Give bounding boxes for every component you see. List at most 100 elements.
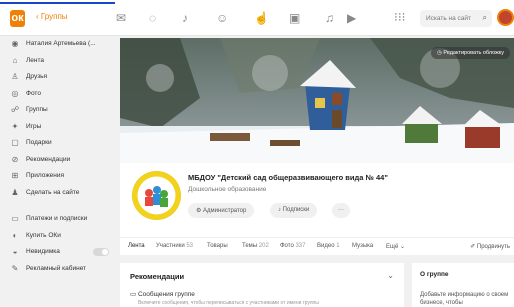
sidebar-item-invisible[interactable]: ◒ Невидимка [0,244,116,261]
discussion-icon[interactable]: ◌ [149,11,156,25]
sidebar-item-feed[interactable]: ⌂ Лента [0,53,116,70]
user-icon: ◉ [11,39,19,48]
gift-icon[interactable]: ▣ [289,11,300,25]
promote-label: Продвинуть [476,244,510,250]
group-cover-photo: ◷ Редактировать обложку [120,38,514,163]
coins-icon: ◐ [12,230,18,240]
sidebar-item-games[interactable]: ✦ Игры [0,119,116,136]
message-icon[interactable]: ✉ [116,11,126,25]
notification-icon[interactable]: ♪ [182,11,188,25]
tab-label: Лента [128,243,145,249]
subscriptions-label: Подписки [282,207,310,213]
more-button[interactable]: ··· [332,203,350,218]
gift-icon: ▢ [11,138,19,147]
tab-label: Ещё [386,244,399,250]
admin-icon: ⚙ [196,208,204,214]
like-icon[interactable]: ☝ [254,11,269,25]
message-icon: ▭ [130,291,138,298]
tab-more[interactable]: Ещё ⌄ [386,243,405,250]
search-icon: ⌕ [482,13,487,22]
photo-icon: ◎ [11,88,19,98]
sidebar-item-gifts[interactable]: ▢ Подарки [0,135,116,152]
search-input[interactable]: Искать на сайт ⌕ [420,10,492,27]
group-title: МБДОУ "Детский сад общеразвивающего вида… [188,173,388,182]
group-tabs: Лента Участники 53 Товары Темы 202 Фото … [120,237,514,255]
sidebar-item-friends[interactable]: ♙ Друзья [0,69,116,86]
sidebar-item-apps[interactable]: ⊞ Приложения [0,168,116,185]
tab-feed[interactable]: Лента [128,243,145,249]
sidebar-item-payments[interactable]: ▭ Платежи и подписки [0,211,116,228]
video-icon[interactable]: ▶ [347,11,356,25]
sidebar-item-label: Друзья [26,73,48,80]
recommendation-description: Включите сообщения, чтобы переписываться… [138,300,319,306]
group-category[interactable]: Дошкольное образование [188,186,266,193]
sidebar-item-photo[interactable]: ◎ Фото [0,86,116,103]
recommendations-title: Рекомендации [130,272,185,281]
games-icon: ✦ [11,121,19,131]
sidebar-item-label: Фото [26,89,41,97]
sidebar-item-label: Приложения [26,172,65,179]
sidebar-item-label: Игры [26,122,42,130]
ad-cabinet-icon: ✎ [11,263,19,273]
edit-cover-button[interactable]: ◷ Редактировать обложку [431,47,510,59]
admin-button[interactable]: ⚙ Администратор [188,203,255,218]
groups-icon: ☍ [10,105,20,114]
ads-icon: ♟ [11,187,19,197]
tab-count: 337 [295,243,306,249]
invisible-toggle[interactable] [93,248,109,256]
apps-icon: ⊞ [11,171,19,180]
music-icon[interactable]: ♫ [325,11,334,25]
left-sidebar: ◉ Наталия Артемьева (... ⌂ Лента ♙ Друзья ◎… [0,36,116,277]
recommendations-icon: ⊘ [11,154,19,164]
apps-grid-icon[interactable]: ⁝⁝⁝ [394,10,405,24]
group-header-card: МБДОУ "Детский сад общеразвивающего вида… [120,163,514,255]
sidebar-item-buy-oks[interactable]: ◐ Купить ОКи [0,228,116,245]
sidebar-item-groups[interactable]: ☍ Группы [0,102,116,119]
tab-count: 53 [186,243,194,249]
recommendations-panel: Рекомендации ⌄ ▭ Сообщения группе Включи… [120,263,404,307]
friends-icon: ♙ [11,72,19,81]
tab-label: Музыка [352,243,374,249]
recommendation-item[interactable]: ▭ Сообщения группе [130,290,195,298]
sidebar-item-label: Группы [26,106,48,113]
chevron-down-icon: ⌄ [399,244,405,250]
group-avatar[interactable] [132,171,181,220]
sidebar-item-earn[interactable]: ♟ Сделать на сайте [0,185,116,202]
tab-count: 1 [336,243,340,249]
about-text[interactable]: Добавьте информацию о своем бизнесе, что… [420,291,510,307]
invisible-icon: ◒ [12,247,18,256]
about-title: О группе [420,271,449,278]
sidebar-item-ad-cabinet[interactable]: ✎ Рекламный кабинет [0,261,116,278]
tab-music[interactable]: Музыка [352,243,373,249]
sidebar-item-label: Невидимка [26,248,60,255]
sidebar-item-label: Рекомендации [26,155,71,163]
groups-back-link[interactable]: ‹ Группы [36,12,68,21]
subscriptions-button[interactable]: ♪ Подписки [270,203,318,218]
sidebar-item-label: Купить ОКи [26,231,61,239]
sidebar-divider [0,201,116,211]
tab-products[interactable]: Товары [207,243,228,249]
edit-cover-label: Редактировать обложку [443,50,504,56]
search-placeholder: Искать на сайт [426,15,472,22]
tab-label: Участники [156,243,185,249]
sidebar-item-label: Платежи и подписки [26,215,88,222]
tab-members[interactable]: Участники 53 [156,243,193,249]
promote-icon: ✐ [470,244,477,250]
sidebar-item-profile[interactable]: ◉ Наталия Артемьева (... [0,36,116,53]
ok-logo[interactable]: ок [10,10,25,27]
admin-button-label: Администратор [203,208,247,214]
tab-topics[interactable]: Темы 202 [242,243,269,249]
recommendation-item-label: Сообщения группе [137,291,195,298]
tab-video[interactable]: Видео 1 [317,243,340,249]
guests-icon[interactable]: ☺ [216,11,228,25]
user-avatar[interactable] [497,9,514,26]
promote-button[interactable]: ✐ Продвинуть [470,243,510,250]
tab-label: Темы [242,243,258,249]
sidebar-item-recommendations[interactable]: ⊘ Рекомендации [0,152,116,169]
about-group-panel: О группе Добавьте информацию о своем биз… [412,263,514,307]
chevron-down-icon[interactable]: ⌄ [387,271,394,280]
top-bar: ок ‹ Группы ✉ ◌ ♪ ☺ ☝ ▣ ♫ ▶ ⁝⁝⁝ Искать н… [0,0,514,36]
tab-photo[interactable]: Фото 337 [280,243,305,249]
group-avatar-image [132,171,181,220]
feed-icon: ⌂ [12,55,18,65]
